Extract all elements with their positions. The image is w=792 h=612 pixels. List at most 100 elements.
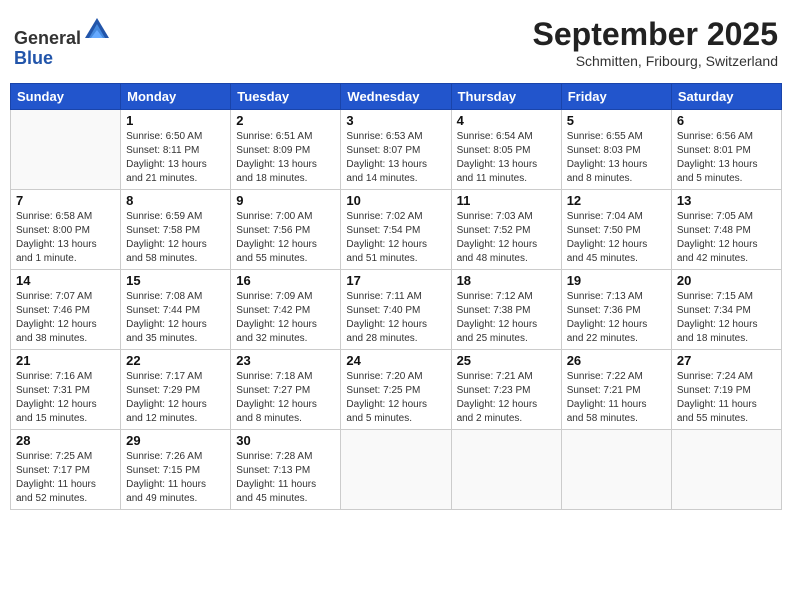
calendar-cell: 3 Sunrise: 6:53 AM Sunset: 8:07 PM Daylig… — [341, 110, 451, 190]
calendar-cell: 22 Sunrise: 7:17 AM Sunset: 7:29 PM Dayli… — [121, 350, 231, 430]
calendar-cell: 10 Sunrise: 7:02 AM Sunset: 7:54 PM Dayli… — [341, 190, 451, 270]
day-number: 3 — [346, 113, 445, 128]
day-number: 23 — [236, 353, 335, 368]
day-number: 12 — [567, 193, 666, 208]
day-number: 11 — [457, 193, 556, 208]
weekday-header-wednesday: Wednesday — [341, 84, 451, 110]
weekday-header-sunday: Sunday — [11, 84, 121, 110]
calendar-cell — [341, 430, 451, 510]
day-info: Sunrise: 6:51 AM Sunset: 8:09 PM Dayligh… — [236, 130, 335, 186]
day-info: Sunrise: 6:56 AM Sunset: 8:01 PM Dayligh… — [677, 130, 776, 186]
calendar-cell — [671, 430, 781, 510]
calendar-cell — [11, 110, 121, 190]
day-info: Sunrise: 6:50 AM Sunset: 8:11 PM Dayligh… — [126, 130, 225, 186]
calendar-week-3: 14Sunrise: 7:07 AM Sunset: 7:46 PM Dayli… — [11, 270, 782, 350]
calendar-cell: 2 Sunrise: 6:51 AM Sunset: 8:09 PM Daylig… — [231, 110, 341, 190]
calendar-cell: 18 Sunrise: 7:12 AM Sunset: 7:38 PM Dayli… — [451, 270, 561, 350]
day-info: Sunrise: 7:02 AM Sunset: 7:54 PM Dayligh… — [346, 210, 445, 266]
day-number: 21 — [16, 353, 115, 368]
calendar-cell: 12 Sunrise: 7:04 AM Sunset: 7:50 PM Dayli… — [561, 190, 671, 270]
day-info: Sunrise: 7:05 AM Sunset: 7:48 PM Dayligh… — [677, 210, 776, 266]
calendar-week-4: 21 Sunrise: 7:16 AM Sunset: 7:31 PM Dayli… — [11, 350, 782, 430]
day-number: 19 — [567, 273, 666, 288]
day-number: 28 — [16, 433, 115, 448]
day-info: Sunrise: 7:00 AM Sunset: 7:56 PM Dayligh… — [236, 210, 335, 266]
day-info: Sunrise: 6:54 AM Sunset: 8:05 PM Dayligh… — [457, 130, 556, 186]
day-number: 1 — [126, 113, 225, 128]
calendar-cell: 29Sunrise: 7:26 AM Sunset: 7:15 PM Dayli… — [121, 430, 231, 510]
day-number: 24 — [346, 353, 445, 368]
calendar-cell: 23 Sunrise: 7:18 AM Sunset: 7:27 PM Dayli… — [231, 350, 341, 430]
calendar-table: SundayMondayTuesdayWednesdayThursdayFrid… — [10, 83, 782, 510]
day-number: 20 — [677, 273, 776, 288]
logo-blue: Blue — [14, 48, 53, 68]
day-info: Sunrise: 7:08 AM Sunset: 7:44 PM Dayligh… — [126, 290, 225, 346]
calendar-cell: 25 Sunrise: 7:21 AM Sunset: 7:23 PM Dayli… — [451, 350, 561, 430]
logo-general: General — [14, 28, 81, 48]
day-number: 5 — [567, 113, 666, 128]
weekday-header-friday: Friday — [561, 84, 671, 110]
weekday-header-tuesday: Tuesday — [231, 84, 341, 110]
day-info: Sunrise: 7:04 AM Sunset: 7:50 PM Dayligh… — [567, 210, 666, 266]
day-info: Sunrise: 7:18 AM Sunset: 7:27 PM Dayligh… — [236, 370, 335, 426]
location-subtitle: Schmitten, Fribourg, Switzerland — [533, 53, 778, 69]
calendar-week-1: 1 Sunrise: 6:50 AM Sunset: 8:11 PM Daylig… — [11, 110, 782, 190]
calendar-cell: 19 Sunrise: 7:13 AM Sunset: 7:36 PM Dayli… — [561, 270, 671, 350]
calendar-cell: 26Sunrise: 7:22 AM Sunset: 7:21 PM Dayli… — [561, 350, 671, 430]
calendar-cell: 11 Sunrise: 7:03 AM Sunset: 7:52 PM Dayli… — [451, 190, 561, 270]
month-title: September 2025 — [533, 16, 778, 53]
day-info: Sunrise: 7:25 AM Sunset: 7:17 PM Dayligh… — [16, 450, 115, 506]
day-number: 7 — [16, 193, 115, 208]
day-info: Sunrise: 7:12 AM Sunset: 7:38 PM Dayligh… — [457, 290, 556, 346]
day-info: Sunrise: 7:28 AM Sunset: 7:13 PM Dayligh… — [236, 450, 335, 506]
calendar-week-2: 7 Sunrise: 6:58 AM Sunset: 8:00 PM Daylig… — [11, 190, 782, 270]
day-info: Sunrise: 7:11 AM Sunset: 7:40 PM Dayligh… — [346, 290, 445, 346]
day-number: 17 — [346, 273, 445, 288]
day-number: 18 — [457, 273, 556, 288]
calendar-cell: 1 Sunrise: 6:50 AM Sunset: 8:11 PM Daylig… — [121, 110, 231, 190]
day-info: Sunrise: 7:20 AM Sunset: 7:25 PM Dayligh… — [346, 370, 445, 426]
calendar-cell: 5Sunrise: 6:55 AM Sunset: 8:03 PM Daylig… — [561, 110, 671, 190]
day-info: Sunrise: 7:17 AM Sunset: 7:29 PM Dayligh… — [126, 370, 225, 426]
day-number: 25 — [457, 353, 556, 368]
day-info: Sunrise: 7:15 AM Sunset: 7:34 PM Dayligh… — [677, 290, 776, 346]
weekday-header-row: SundayMondayTuesdayWednesdayThursdayFrid… — [11, 84, 782, 110]
day-info: Sunrise: 6:58 AM Sunset: 8:00 PM Dayligh… — [16, 210, 115, 266]
calendar-week-5: 28 Sunrise: 7:25 AM Sunset: 7:17 PM Dayli… — [11, 430, 782, 510]
day-number: 30 — [236, 433, 335, 448]
calendar-cell: 30 Sunrise: 7:28 AM Sunset: 7:13 PM Dayli… — [231, 430, 341, 510]
day-info: Sunrise: 7:16 AM Sunset: 7:31 PM Dayligh… — [16, 370, 115, 426]
day-number: 22 — [126, 353, 225, 368]
day-number: 29 — [126, 433, 225, 448]
day-number: 15 — [126, 273, 225, 288]
calendar-cell: 27 Sunrise: 7:24 AM Sunset: 7:19 PM Dayli… — [671, 350, 781, 430]
calendar-cell: 17 Sunrise: 7:11 AM Sunset: 7:40 PM Dayli… — [341, 270, 451, 350]
calendar-cell — [451, 430, 561, 510]
calendar-cell: 28 Sunrise: 7:25 AM Sunset: 7:17 PM Dayli… — [11, 430, 121, 510]
calendar-cell: 8 Sunrise: 6:59 AM Sunset: 7:58 PM Daylig… — [121, 190, 231, 270]
day-number: 2 — [236, 113, 335, 128]
day-number: 6 — [677, 113, 776, 128]
day-info: Sunrise: 7:13 AM Sunset: 7:36 PM Dayligh… — [567, 290, 666, 346]
calendar-cell: 6 Sunrise: 6:56 AM Sunset: 8:01 PM Daylig… — [671, 110, 781, 190]
day-info: Sunrise: 7:07 AM Sunset: 7:46 PM Dayligh… — [16, 290, 115, 346]
day-info: Sunrise: 7:21 AM Sunset: 7:23 PM Dayligh… — [457, 370, 556, 426]
day-info: Sunrise: 7:03 AM Sunset: 7:52 PM Dayligh… — [457, 210, 556, 266]
day-number: 27 — [677, 353, 776, 368]
day-info: Sunrise: 7:24 AM Sunset: 7:19 PM Dayligh… — [677, 370, 776, 426]
day-number: 10 — [346, 193, 445, 208]
calendar-cell: 24 Sunrise: 7:20 AM Sunset: 7:25 PM Dayli… — [341, 350, 451, 430]
day-number: 4 — [457, 113, 556, 128]
weekday-header-thursday: Thursday — [451, 84, 561, 110]
weekday-header-saturday: Saturday — [671, 84, 781, 110]
calendar-cell: 16Sunrise: 7:09 AM Sunset: 7:42 PM Dayli… — [231, 270, 341, 350]
day-info: Sunrise: 6:53 AM Sunset: 8:07 PM Dayligh… — [346, 130, 445, 186]
calendar-cell — [561, 430, 671, 510]
calendar-cell: 9Sunrise: 7:00 AM Sunset: 7:56 PM Daylig… — [231, 190, 341, 270]
day-number: 8 — [126, 193, 225, 208]
day-info: Sunrise: 7:09 AM Sunset: 7:42 PM Dayligh… — [236, 290, 335, 346]
day-info: Sunrise: 6:59 AM Sunset: 7:58 PM Dayligh… — [126, 210, 225, 266]
calendar-cell: 7 Sunrise: 6:58 AM Sunset: 8:00 PM Daylig… — [11, 190, 121, 270]
day-number: 26 — [567, 353, 666, 368]
title-block: September 2025 Schmitten, Fribourg, Swit… — [533, 16, 778, 69]
